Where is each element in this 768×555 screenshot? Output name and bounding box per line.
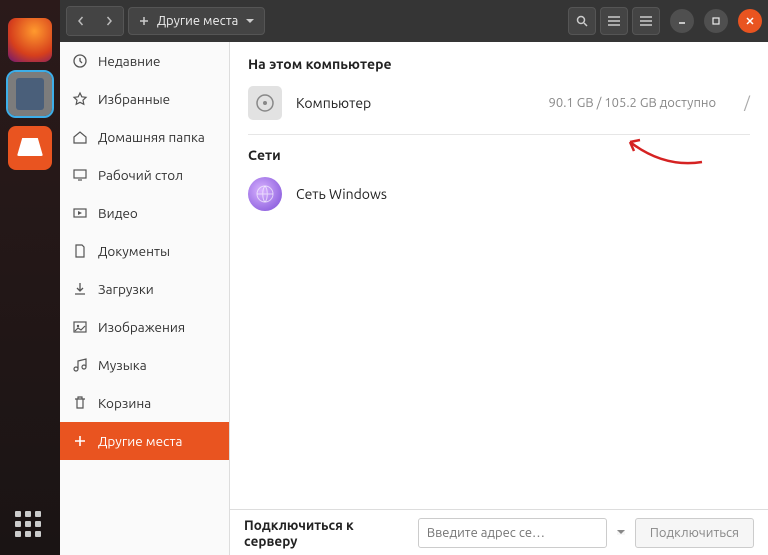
sidebar-item-label: Избранные (98, 91, 170, 107)
maximize-button[interactable] (704, 9, 728, 33)
trash-icon (72, 395, 88, 411)
sidebar-item-label: Изображения (98, 319, 185, 335)
server-history-button[interactable] (617, 530, 625, 535)
video-icon (72, 205, 88, 221)
dock-firefox[interactable] (8, 18, 52, 62)
sidebar-item-documents[interactable]: Документы (60, 232, 229, 270)
clock-icon (72, 53, 88, 69)
menu-icon (640, 16, 652, 26)
sidebar-item-label: Домашняя папка (98, 129, 205, 145)
sidebar-item-label: Документы (98, 243, 170, 259)
titlebar: Другие места (60, 0, 768, 42)
sidebar-item-label: Другие места (98, 433, 182, 449)
view-options-button[interactable] (600, 7, 628, 35)
sidebar-item-videos[interactable]: Видео (60, 194, 229, 232)
sidebar-item-label: Корзина (98, 395, 151, 411)
sidebar-item-label: Загрузки (98, 281, 154, 297)
window-body: Недавние Избранные Домашняя папка Рабочи… (60, 42, 768, 555)
star-icon (72, 91, 88, 107)
list-view-icon (608, 16, 620, 26)
music-icon (72, 357, 88, 373)
plus-icon (72, 433, 88, 449)
chevron-down-icon (617, 530, 625, 535)
sidebar: Недавние Избранные Домашняя папка Рабочи… (60, 42, 230, 555)
connect-server-bar: Подключиться к серверу Подключиться (230, 509, 768, 555)
show-applications-icon[interactable] (15, 511, 45, 541)
sidebar-item-music[interactable]: Музыка (60, 346, 229, 384)
dock-software-center[interactable] (8, 126, 52, 170)
sidebar-item-label: Видео (98, 205, 138, 221)
content-area: На этом компьютере Компьютер 90.1 GB / 1… (230, 42, 768, 509)
desktop-icon (72, 167, 88, 183)
sidebar-item-label: Музыка (98, 357, 147, 373)
sidebar-item-downloads[interactable]: Загрузки (60, 270, 229, 308)
sidebar-item-label: Рабочий стол (98, 167, 183, 183)
sidebar-item-trash[interactable]: Корзина (60, 384, 229, 422)
sidebar-item-pictures[interactable]: Изображения (60, 308, 229, 346)
location-meta: 90.1 GB / 105.2 GB доступно (549, 96, 717, 110)
sidebar-item-recent[interactable]: Недавние (60, 42, 229, 80)
location-row-computer[interactable]: Компьютер 90.1 GB / 105.2 GB доступно / (248, 80, 750, 126)
disk-icon (248, 86, 282, 120)
documents-icon (72, 243, 88, 259)
close-icon (746, 17, 754, 25)
search-button[interactable] (568, 7, 596, 35)
sidebar-item-label: Недавние (98, 53, 161, 69)
launcher-dock (0, 0, 60, 555)
maximize-icon (712, 17, 720, 25)
dock-files[interactable] (8, 72, 52, 116)
location-path: / (744, 94, 750, 112)
home-icon (72, 129, 88, 145)
connect-server-label: Подключиться к серверу (244, 517, 408, 549)
hamburger-menu-button[interactable] (632, 7, 660, 35)
connect-button[interactable]: Подключиться (635, 518, 754, 548)
sidebar-item-desktop[interactable]: Рабочий стол (60, 156, 229, 194)
section-title-networks: Сети (248, 147, 750, 163)
nautilus-window: Другие места Недавние (60, 0, 768, 555)
sidebar-item-home[interactable]: Домашняя папка (60, 118, 229, 156)
chevron-left-icon (76, 16, 86, 26)
sidebar-item-other-locations[interactable]: Другие места (60, 422, 229, 460)
location-row-windows-network[interactable]: Сеть Windows (248, 171, 750, 217)
nav-forward-button[interactable] (95, 7, 123, 35)
chevron-right-icon (104, 16, 114, 26)
network-icon (248, 177, 282, 211)
minimize-icon (678, 17, 686, 25)
separator (248, 134, 750, 135)
sidebar-item-starred[interactable]: Избранные (60, 80, 229, 118)
path-breadcrumb[interactable]: Другие места (128, 7, 265, 35)
section-title-computer: На этом компьютере (248, 56, 750, 72)
nav-back-button[interactable] (67, 7, 95, 35)
minimize-button[interactable] (670, 9, 694, 33)
plus-icon (139, 16, 149, 26)
close-button[interactable] (738, 9, 762, 33)
location-label: Сеть Windows (296, 186, 750, 202)
main-pane: На этом компьютере Компьютер 90.1 GB / 1… (230, 42, 768, 555)
location-label: Компьютер (296, 95, 535, 111)
search-icon (576, 15, 588, 27)
server-address-input[interactable] (418, 518, 607, 548)
nav-back-forward (66, 6, 124, 36)
images-icon (72, 319, 88, 335)
downloads-icon (72, 281, 88, 297)
chevron-down-icon (246, 19, 254, 24)
breadcrumb-label: Другие места (157, 14, 238, 28)
